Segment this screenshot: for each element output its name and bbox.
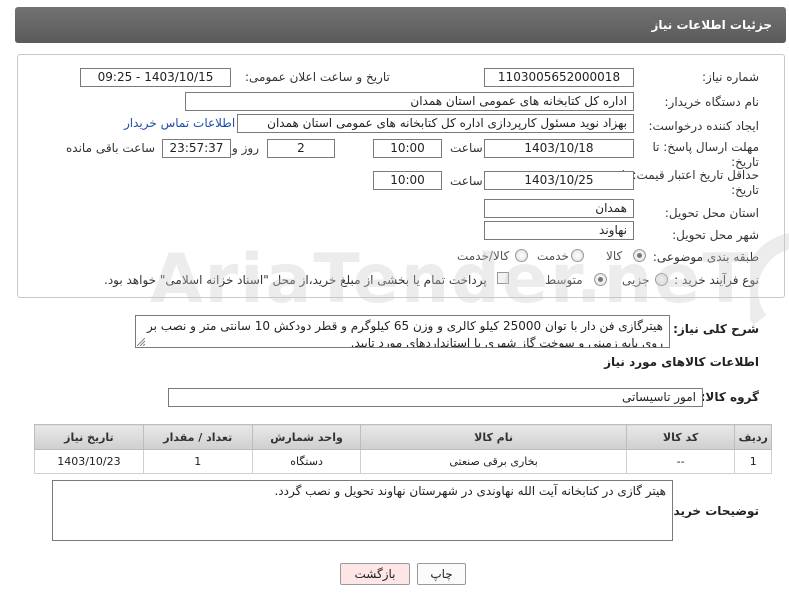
goods-table: ردیف کد کالا نام کالا واحد شمارش تعداد /… <box>34 424 772 474</box>
category-goods-service-text: کالا/خدمت <box>457 249 510 263</box>
page-title: جزئیات اطلاعات نیاز <box>651 18 772 32</box>
announce-datetime-label: تاریخ و ساعت اعلان عمومی: <box>245 70 390 84</box>
process-medium-radio[interactable] <box>594 273 607 286</box>
treasury-payment-checkbox[interactable] <box>497 272 509 284</box>
cell-qty: 1 <box>142 449 253 474</box>
reply-time-field[interactable]: 10:00 <box>373 139 442 158</box>
category-label: طبقه بندی موضوعی: <box>652 250 759 264</box>
category-goods-radio[interactable] <box>633 249 646 262</box>
price-validity-time-label: ساعت <box>450 174 483 188</box>
goods-group-label: گروه کالا: <box>700 390 759 404</box>
col-qty-header: تعداد / مقدار <box>142 424 253 450</box>
need-number-label: شماره نیاز: <box>702 70 759 84</box>
category-service-text: خدمت <box>537 249 569 263</box>
category-goods-text: کالا <box>606 249 623 263</box>
goods-section-title: اطلاعات کالاهای مورد نیاز <box>604 355 759 369</box>
cell-code: -- <box>625 449 736 474</box>
price-validity-time-field[interactable]: 10:00 <box>373 171 442 190</box>
cell-date: 1403/10/23 <box>34 449 144 474</box>
time-remaining-label: ساعت باقی مانده <box>66 141 156 155</box>
process-minor-radio[interactable] <box>655 273 668 286</box>
treasury-payment-note: پرداخت تمام یا بخشی از مبلغ خرید،از محل … <box>104 273 487 287</box>
reply-date-field[interactable]: 1403/10/18 <box>484 139 634 158</box>
price-validity-label-date: تاریخ: <box>731 183 759 197</box>
days-label: روز و <box>232 141 259 155</box>
col-code-header: کد کالا <box>625 424 736 450</box>
process-minor-text: جزیی <box>622 273 650 287</box>
province-label: استان محل تحویل: <box>664 206 759 220</box>
buyer-org-label: نام دستگاه خریدار: <box>664 95 760 109</box>
col-name-header: نام کالا <box>360 424 627 450</box>
creator-field[interactable]: بهزاد نوید مسئول کارپردازی اداره کل کتاب… <box>237 114 634 133</box>
price-validity-label: حداقل تاریخ اعتبار قیمت: تا <box>621 168 759 182</box>
province-field[interactable]: همدان <box>484 199 634 218</box>
reply-time-label: ساعت <box>450 141 483 155</box>
print-button[interactable]: چاپ <box>417 563 466 585</box>
creator-label: ایجاد کننده درخواست: <box>648 119 759 133</box>
reply-deadline-label-date: تاریخ: <box>731 155 759 169</box>
city-label: شهر محل تحویل: <box>672 228 759 242</box>
buyer-contact-link[interactable]: اطلاعات تماس خریدار <box>124 116 235 130</box>
buyer-notes-field[interactable]: هیتر گازی در کتابخانه آیت الله نهاوندی د… <box>52 480 673 541</box>
goods-table-header: ردیف کد کالا نام کالا واحد شمارش تعداد /… <box>34 424 772 450</box>
col-row-header: ردیف <box>734 424 772 450</box>
col-date-header: تاریخ نیاز <box>34 424 144 450</box>
process-medium-text: متوسط <box>545 273 583 287</box>
cell-name: بخاری برقی صنعتی <box>360 449 627 474</box>
need-number-field[interactable]: 1103005652000018 <box>484 68 634 87</box>
days-remaining-field[interactable]: 2 <box>267 139 335 158</box>
process-label: نوع فرآیند خرید : <box>674 273 759 287</box>
resize-grip-icon[interactable] <box>137 338 145 346</box>
cell-row: 1 <box>734 449 772 474</box>
reply-deadline-label: مهلت ارسال پاسخ: تا <box>652 140 759 154</box>
announce-datetime-field[interactable]: 1403/10/15 - 09:25 <box>80 68 231 87</box>
table-row[interactable]: 1 -- بخاری برقی صنعتی دستگاه 1 1403/10/2… <box>34 449 772 474</box>
buyer-org-field[interactable]: اداره کل کتابخانه های عمومی استان همدان <box>185 92 634 111</box>
price-validity-date-field[interactable]: 1403/10/25 <box>484 171 634 190</box>
cell-unit: دستگاه <box>251 449 362 474</box>
need-description-field[interactable]: هیترگازی فن دار با توان 25000 کیلو کالری… <box>135 315 670 348</box>
category-goods-service-radio[interactable] <box>515 249 528 262</box>
col-unit-header: واحد شمارش <box>251 424 362 450</box>
time-remaining-field[interactable]: 23:57:37 <box>162 139 231 158</box>
goods-group-field[interactable]: امور تاسیساتی <box>168 388 703 407</box>
need-description-label: شرح کلی نیاز: <box>673 322 759 336</box>
page-header: جزئیات اطلاعات نیاز <box>15 7 786 43</box>
back-button[interactable]: بازگشت <box>340 563 410 585</box>
category-service-radio[interactable] <box>571 249 584 262</box>
city-field[interactable]: نهاوند <box>484 221 634 240</box>
